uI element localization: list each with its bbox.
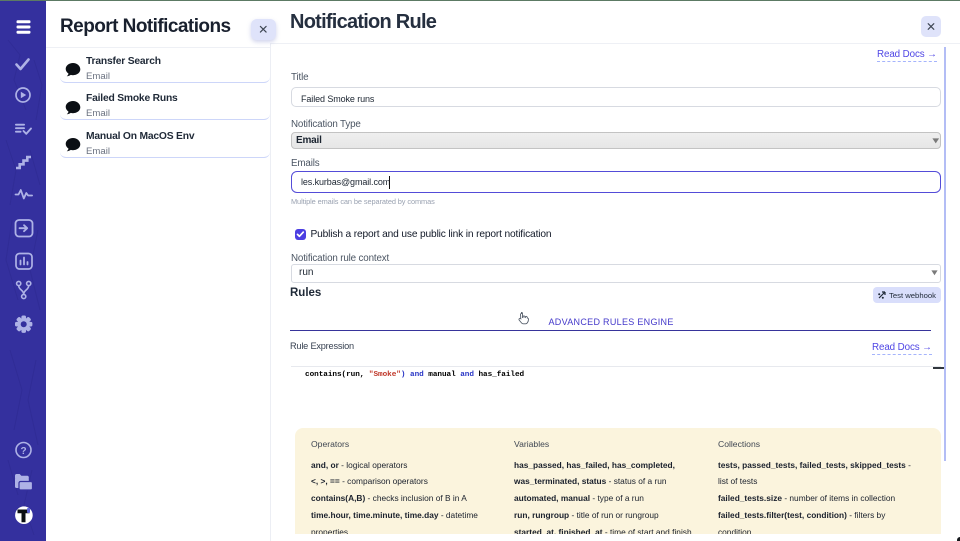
svg-text:?: ? bbox=[20, 446, 26, 457]
